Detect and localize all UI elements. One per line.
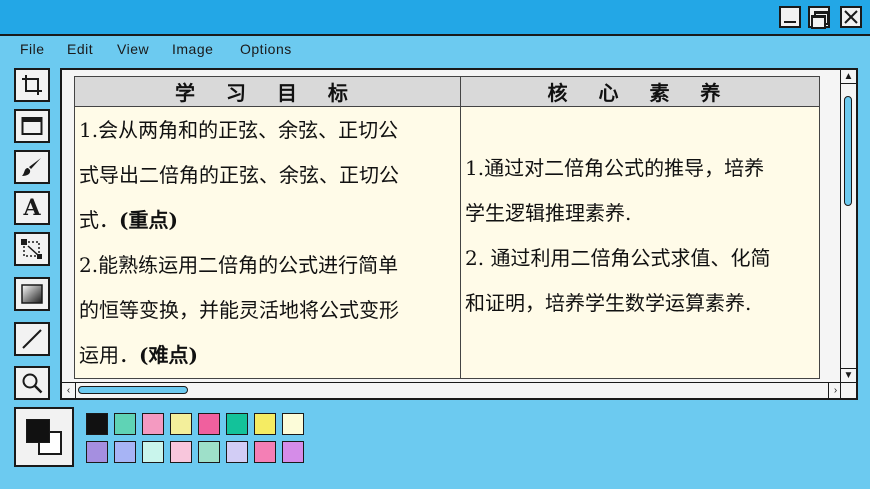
learning-objectives-cell: 1.会从两角和的正弦、余弦、正切公 式导出二倍角的正弦、余弦、正切公 式．(重点… <box>74 106 461 379</box>
scroll-down-icon[interactable]: ▼ <box>841 368 856 382</box>
maximize-button[interactable] <box>808 6 830 29</box>
key-point-label: (重点) <box>119 208 178 232</box>
palette-swatch[interactable] <box>282 413 304 435</box>
palette-swatch[interactable] <box>170 441 192 463</box>
palette-swatch[interactable] <box>254 413 276 435</box>
header-core-literacy: 核 心 素 养 <box>460 76 820 107</box>
objective-text: 式． <box>79 208 119 232</box>
scroll-corner <box>840 382 856 398</box>
select-transform-tool-button[interactable] <box>14 232 50 266</box>
objectives-table: 学 习 目 标 核 心 素 养 1.会从两角和的正弦、余弦、正切公 式导出二倍角… <box>74 76 820 379</box>
menu-bar: File Edit View Image Options <box>0 38 870 62</box>
line-icon <box>22 329 42 349</box>
difficulty-label: (难点) <box>139 343 198 367</box>
literacy-line: 2. 通过利用二倍角公式求值、化简 <box>465 246 771 270</box>
horizontal-scroll-thumb[interactable] <box>78 386 188 394</box>
core-literacy-cell: 1.通过对二倍角公式的推导，培养 学生逻辑推理素养. 2. 通过利用二倍角公式求… <box>460 106 820 379</box>
palette-swatch[interactable] <box>198 413 220 435</box>
palette-swatch[interactable] <box>226 413 248 435</box>
objective-line: 2.能熟练运用二倍角的公式进行简单 <box>79 253 399 277</box>
palette-swatch[interactable] <box>254 441 276 463</box>
vertical-scrollbar[interactable]: ▲ ▼ <box>840 70 856 382</box>
header-learning-objectives: 学 习 目 标 <box>74 76 461 107</box>
title-bar <box>0 0 870 36</box>
palette-swatch[interactable] <box>198 441 220 463</box>
gradient-tool-button[interactable] <box>14 277 50 311</box>
crop-tool-button[interactable] <box>14 68 50 102</box>
objective-line: 1.会从两角和的正弦、余弦、正切公 <box>79 118 399 142</box>
crop-icon <box>22 75 42 95</box>
brush-tool-button[interactable] <box>14 150 50 184</box>
menu-file[interactable]: File <box>20 41 45 57</box>
menu-edit[interactable]: Edit <box>67 41 93 57</box>
palette-swatch[interactable] <box>114 413 136 435</box>
rectangle-tool-button[interactable] <box>14 109 50 143</box>
canvas-area[interactable]: 学 习 目 标 核 心 素 养 1.会从两角和的正弦、余弦、正切公 式导出二倍角… <box>60 68 858 400</box>
palette-swatch[interactable] <box>86 413 108 435</box>
objective-line: 式导出二倍角的正弦、余弦、正切公 <box>79 163 399 187</box>
close-icon <box>844 10 858 24</box>
literacy-line: 1.通过对二倍角公式的推导，培养 <box>465 156 765 180</box>
foreground-color[interactable] <box>26 419 50 443</box>
gradient-icon <box>21 284 43 304</box>
palette-swatch[interactable] <box>170 413 192 435</box>
menu-options[interactable]: Options <box>240 41 292 57</box>
line-tool-button[interactable] <box>14 322 50 356</box>
palette-swatch[interactable] <box>226 441 248 463</box>
menu-image[interactable]: Image <box>172 41 213 57</box>
palette-swatch[interactable] <box>114 441 136 463</box>
minimize-button[interactable] <box>779 6 801 28</box>
zoom-tool-button[interactable] <box>14 366 50 400</box>
literacy-line: 和证明，培养学生数学运算素养. <box>465 291 752 315</box>
palette-swatch[interactable] <box>86 441 108 463</box>
rectangle-icon <box>21 117 43 135</box>
objective-line: 式．(重点) <box>79 198 456 243</box>
brush-icon <box>22 158 41 176</box>
text-icon: A <box>23 195 41 221</box>
objective-text: 运用． <box>79 343 139 367</box>
scroll-left-icon[interactable]: ‹ <box>62 383 76 398</box>
text-tool-button[interactable]: A <box>14 191 50 225</box>
select-transform-icon <box>21 239 42 259</box>
vertical-scroll-thumb[interactable] <box>844 96 852 206</box>
palette-swatch[interactable] <box>142 441 164 463</box>
color-preview[interactable] <box>14 407 74 467</box>
objective-line: 的恒等变换，并能灵活地将公式变形 <box>79 298 399 322</box>
horizontal-scrollbar[interactable]: ‹ › <box>62 382 842 398</box>
scroll-up-icon[interactable]: ▲ <box>841 70 856 84</box>
literacy-line: 学生逻辑推理素养. <box>465 201 632 225</box>
palette-swatch[interactable] <box>282 441 304 463</box>
zoom-icon <box>22 373 43 394</box>
palette-swatch[interactable] <box>142 413 164 435</box>
menu-view[interactable]: View <box>117 41 149 57</box>
objective-line: 运用．(难点) <box>79 333 456 378</box>
close-button[interactable] <box>840 6 862 28</box>
